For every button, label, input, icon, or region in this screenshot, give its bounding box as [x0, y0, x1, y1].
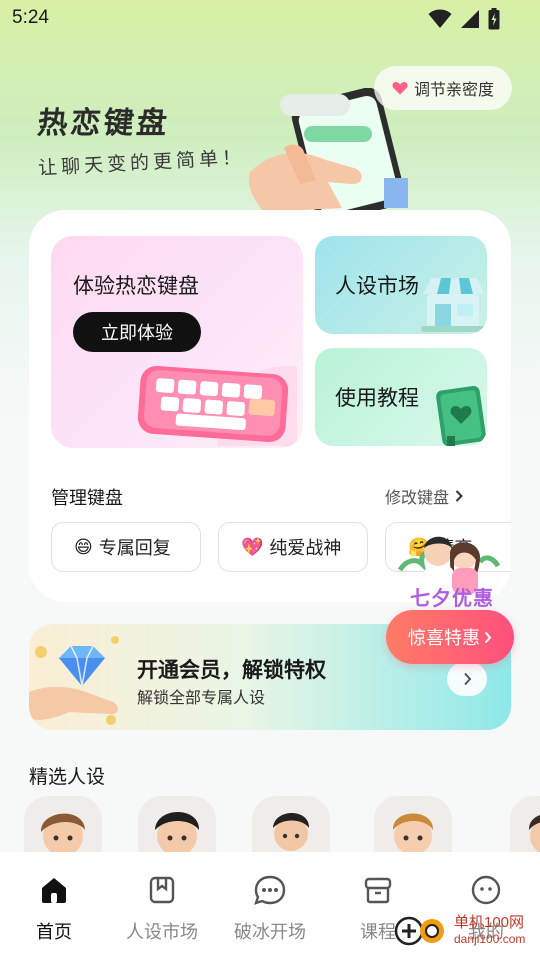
- persona-face-image: [40, 813, 85, 852]
- signal-icon: [461, 10, 479, 28]
- featured-personas-row: [0, 796, 540, 852]
- watermark-text: 单机100网 danji100.com: [454, 915, 525, 947]
- watermark-name: 单机100网: [454, 914, 525, 931]
- status-bar: 5:24: [0, 0, 540, 38]
- watermark: 单机100网 danji100.com: [394, 914, 525, 948]
- status-time: 5:24: [12, 7, 49, 28]
- persona-face-image: [273, 813, 310, 851]
- persona-avatar[interactable]: [374, 796, 452, 852]
- heart-emoji-icon: 💖: [241, 536, 264, 558]
- tutorial-label: 使用教程: [335, 386, 419, 410]
- watermark-url: danji100.com: [454, 932, 526, 946]
- experience-keyboard-card[interactable]: 体验热恋键盘 立即体验: [51, 236, 303, 448]
- storefront-icon: [421, 278, 487, 332]
- adjust-intimacy-button[interactable]: 调节亲密度: [374, 66, 512, 110]
- nav-label: 破冰开场: [234, 922, 306, 943]
- persona-avatar[interactable]: [252, 796, 330, 852]
- persona-avatar[interactable]: [138, 796, 216, 852]
- watermark-logo-icon: [394, 916, 444, 946]
- chevron-right-icon: [463, 672, 471, 686]
- persona-face-image: [528, 815, 540, 852]
- manage-keyboard-title: 管理键盘: [51, 488, 123, 509]
- grin-emoji-icon: 😄: [74, 536, 93, 558]
- nav-label: 人设市场: [126, 922, 198, 943]
- heart-book-icon: [436, 385, 486, 446]
- nav-persona-market[interactable]: 人设市场: [108, 874, 216, 944]
- vip-subtitle: 解锁全部专属人设: [137, 688, 266, 707]
- surprise-deal-label: 惊喜特惠: [408, 628, 480, 649]
- try-now-button[interactable]: 立即体验: [73, 312, 201, 352]
- nav-icebreaker[interactable]: 破冰开场: [216, 874, 324, 944]
- persona-market-card[interactable]: 人设市场: [315, 236, 487, 334]
- persona-avatar[interactable]: [24, 796, 102, 852]
- vip-arrow-button[interactable]: [447, 662, 487, 696]
- qixi-promo-label: 七夕优惠: [410, 586, 494, 610]
- pink-keyboard-illustration: [137, 365, 297, 446]
- surprise-deal-button[interactable]: 惊喜特惠: [386, 610, 514, 664]
- tutorial-card[interactable]: 使用教程: [315, 348, 487, 446]
- hero-subtitle: 让聊天变的更简单！: [37, 146, 246, 180]
- nav-home[interactable]: 首页: [0, 874, 108, 944]
- home-icon: [42, 878, 66, 903]
- battery-icon: [488, 8, 500, 30]
- chip-label: 纯爱战神: [269, 538, 342, 559]
- modify-keyboard-link[interactable]: 修改键盘: [385, 484, 463, 508]
- diamond-hand-icon: [29, 636, 119, 725]
- chip-label: 专属回复: [98, 538, 171, 559]
- chevron-right-icon: [455, 490, 463, 502]
- adjust-intimacy-label: 调节亲密度: [413, 80, 494, 99]
- persona-face-image: [155, 812, 200, 852]
- archive-box-icon: [364, 877, 392, 904]
- nav-label: 首页: [36, 922, 72, 943]
- persona-market-label: 人设市场: [335, 274, 419, 298]
- featured-personas-title: 精选人设: [29, 766, 106, 788]
- modify-keyboard-label: 修改键盘: [385, 488, 450, 507]
- bookmark-card-icon: [149, 876, 175, 904]
- persona-avatar[interactable]: [510, 796, 540, 852]
- chip-pure-love[interactable]: 💖 纯爱战神: [218, 522, 368, 572]
- chevron-right-icon: [484, 631, 492, 643]
- face-icon: [471, 875, 501, 905]
- heart-icon: [392, 82, 408, 95]
- hero-title: 热恋键盘: [35, 106, 172, 141]
- persona-face-image: [392, 813, 434, 852]
- chip-exclusive-reply[interactable]: 😄 专属回复: [51, 522, 201, 572]
- wifi-icon: [428, 9, 452, 28]
- status-icons: [428, 8, 500, 30]
- experience-title: 体验热恋键盘: [73, 274, 199, 298]
- chat-bubble-icon: [254, 875, 286, 905]
- vip-title: 开通会员，解锁特权: [137, 658, 326, 682]
